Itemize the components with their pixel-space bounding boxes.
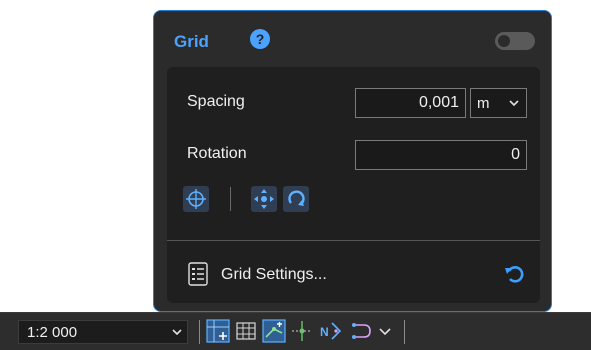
crosshair-target-icon[interactable] (183, 186, 209, 212)
toggle-knob (498, 35, 510, 47)
chevron-down-icon[interactable] (376, 319, 394, 343)
grid-add-icon[interactable] (206, 319, 230, 343)
grid-table-icon[interactable] (234, 319, 258, 343)
svg-text:N: N (320, 325, 329, 339)
rotation-input[interactable]: 0 (355, 140, 527, 170)
grid-panel: Grid ? Spacing 0,001 m Rotation 0 Grid S… (153, 10, 552, 312)
rotate-icon[interactable] (283, 186, 309, 212)
crosshair-move-icon[interactable] (290, 319, 314, 343)
spacing-input[interactable]: 0,001 (355, 88, 466, 118)
settings-list-icon (187, 261, 209, 287)
svg-text:?: ? (256, 31, 265, 47)
statusbar-separator (404, 320, 405, 344)
spacing-unit-value: m (477, 95, 490, 112)
snap-grid-icon[interactable] (262, 319, 286, 343)
panel-divider (167, 240, 540, 241)
chevron-down-icon (172, 329, 182, 336)
grid-enable-toggle[interactable] (495, 32, 535, 50)
help-circle-icon[interactable]: ? (248, 27, 272, 51)
panel-header: Grid ? (154, 11, 551, 67)
spacing-unit-select[interactable]: m (470, 88, 527, 118)
north-arrow-icon[interactable]: N (318, 319, 342, 343)
chevron-down-icon (509, 100, 519, 107)
statusbar-separator (199, 320, 200, 344)
rotation-label: Rotation (187, 145, 247, 162)
grid-settings-link[interactable]: Grid Settings... (221, 266, 327, 284)
scale-value: 1:2 000 (27, 324, 78, 341)
scale-dropdown[interactable]: 1:2 000 (18, 320, 188, 344)
move-arrows-icon[interactable] (251, 186, 277, 212)
panel-body: Spacing 0,001 m Rotation 0 Grid Settings… (167, 67, 540, 303)
connector-icon[interactable] (350, 319, 374, 343)
tools-separator (230, 187, 231, 211)
undo-icon[interactable] (502, 262, 526, 286)
panel-title: Grid (174, 32, 209, 51)
status-bar: 1:2 000 N (0, 312, 591, 350)
spacing-label: Spacing (187, 93, 245, 110)
